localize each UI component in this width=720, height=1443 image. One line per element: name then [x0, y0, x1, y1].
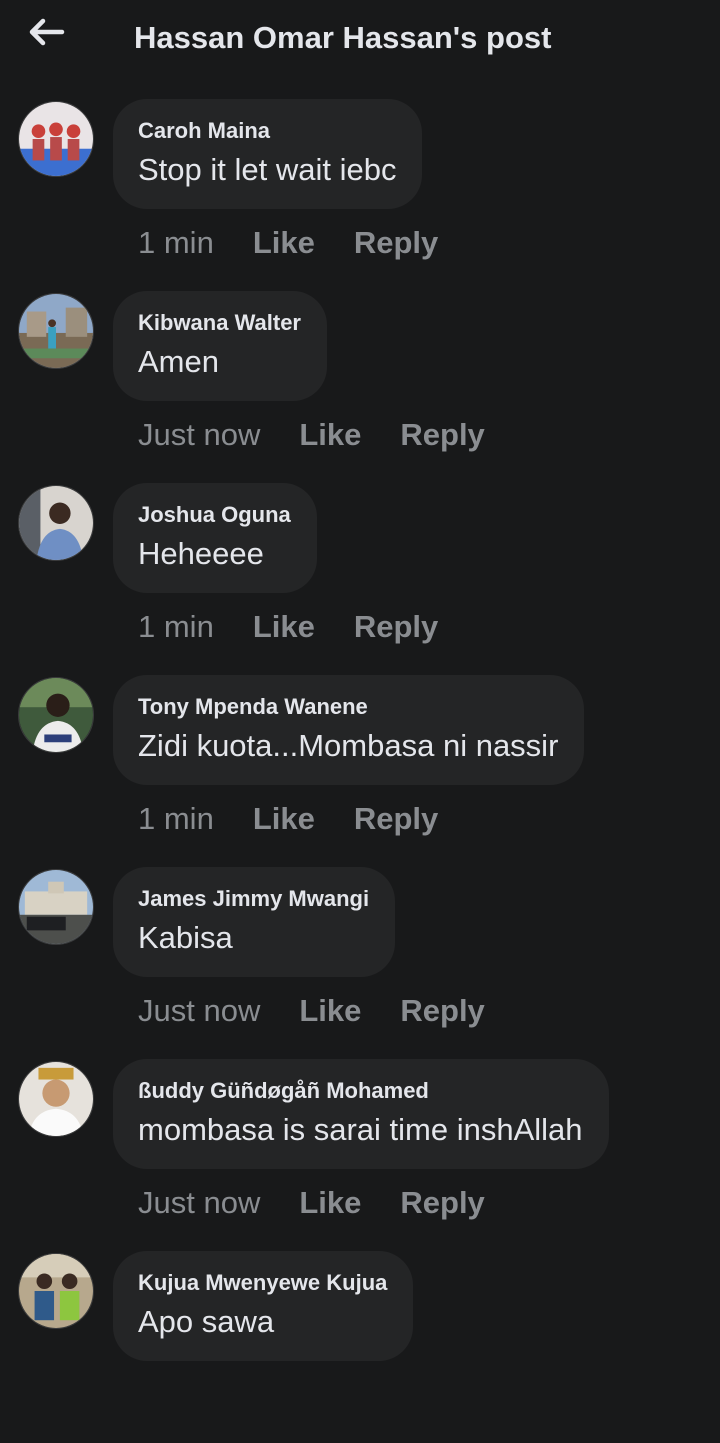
comment-author[interactable]: ßuddy Güñdøgåñ Mohamed [138, 1078, 583, 1104]
avatar[interactable] [18, 869, 94, 945]
comment-author[interactable]: Joshua Oguna [138, 502, 291, 528]
comment-text: Stop it let wait iebc [138, 152, 397, 187]
like-button[interactable]: Like [299, 1185, 361, 1221]
comment-bubble: Caroh Maina Stop it let wait iebc [113, 99, 423, 209]
reply-button[interactable]: Reply [400, 993, 484, 1029]
reply-button[interactable]: Reply [400, 417, 484, 453]
comment: Joshua Oguna Heheeee 1 min Like Reply [0, 483, 720, 675]
comment-actions: 1 min Like Reply [138, 225, 438, 261]
comment-bubble: Kibwana Walter Amen [113, 291, 327, 401]
comment-time: Just now [138, 993, 261, 1028]
avatar[interactable] [18, 1061, 94, 1137]
comment-text: mombasa is sarai time inshAllah [138, 1112, 583, 1147]
comment-text: Amen [138, 344, 219, 379]
comment-list: Caroh Maina Stop it let wait iebc 1 min … [0, 99, 720, 1443]
comment: James Jimmy Mwangi Kabisa Just now Like … [0, 867, 720, 1059]
comment-text: Apo sawa [138, 1304, 275, 1339]
comment-actions: Just now Like Reply [138, 993, 485, 1029]
comment-text: Kabisa [138, 920, 233, 955]
like-button[interactable]: Like [253, 801, 315, 837]
comment-bubble: Kujua Mwenyewe Kujua Apo sawa [113, 1251, 414, 1361]
comment-text: Zidi kuota...Mombasa ni nassir [138, 728, 559, 763]
avatar[interactable] [18, 293, 94, 369]
comment-bubble: James Jimmy Mwangi Kabisa [113, 867, 396, 977]
comment-time: Just now [138, 1185, 261, 1220]
comment-author[interactable]: Caroh Maina [138, 118, 396, 144]
avatar[interactable] [18, 485, 94, 561]
reply-button[interactable]: Reply [400, 1185, 484, 1221]
comment-actions: Just now Like Reply [138, 417, 485, 453]
comment-time: Just now [138, 417, 261, 452]
comment-author[interactable]: Kibwana Walter [138, 310, 301, 336]
comment: Kujua Mwenyewe Kujua Apo sawa [0, 1251, 720, 1443]
comment-time: 1 min [138, 609, 214, 644]
comment: Tony Mpenda Wanene Zidi kuota...Mombasa … [0, 675, 720, 867]
avatar[interactable] [18, 1253, 94, 1329]
like-button[interactable]: Like [299, 993, 361, 1029]
reply-button[interactable]: Reply [354, 801, 438, 837]
comment-bubble: ßuddy Güñdøgåñ Mohamed mombasa is sarai … [113, 1059, 609, 1169]
comment-author[interactable]: Tony Mpenda Wanene [138, 694, 558, 720]
comment: ßuddy Güñdøgåñ Mohamed mombasa is sarai … [0, 1059, 720, 1251]
comment-time: 1 min [138, 225, 214, 260]
comment-time: 1 min [138, 801, 214, 836]
page-title: Hassan Omar Hassan's post [134, 20, 552, 55]
comment-actions: 1 min Like Reply [138, 801, 438, 837]
comment-actions: Just now Like Reply [138, 1185, 485, 1221]
like-button[interactable]: Like [299, 417, 361, 453]
comment-actions: 1 min Like Reply [138, 609, 438, 645]
comment-author[interactable]: Kujua Mwenyewe Kujua [138, 1270, 387, 1296]
arrow-left-icon [28, 17, 66, 52]
top-bar: Hassan Omar Hassan's post [0, 0, 720, 80]
comment-bubble: Tony Mpenda Wanene Zidi kuota...Mombasa … [113, 675, 585, 785]
comment-author[interactable]: James Jimmy Mwangi [138, 886, 369, 912]
avatar[interactable] [18, 101, 94, 177]
comment: Kibwana Walter Amen Just now Like Reply [0, 291, 720, 483]
back-button[interactable] [22, 14, 72, 54]
comment-text: Heheeee [138, 536, 264, 571]
avatar[interactable] [18, 677, 94, 753]
reply-button[interactable]: Reply [354, 225, 438, 261]
like-button[interactable]: Like [253, 609, 315, 645]
comment: Caroh Maina Stop it let wait iebc 1 min … [0, 99, 720, 291]
comment-bubble: Joshua Oguna Heheeee [113, 483, 317, 593]
like-button[interactable]: Like [253, 225, 315, 261]
reply-button[interactable]: Reply [354, 609, 438, 645]
